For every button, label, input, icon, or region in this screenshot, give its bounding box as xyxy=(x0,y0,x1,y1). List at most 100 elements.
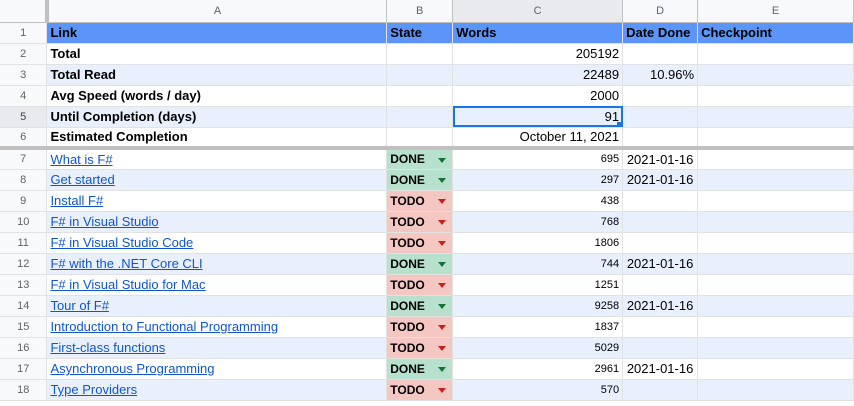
summary-extra-cell[interactable] xyxy=(622,106,699,128)
link-cell[interactable]: Get started xyxy=(46,169,388,191)
row-number[interactable]: 5 xyxy=(0,106,48,128)
row-number[interactable]: 6 xyxy=(0,127,48,150)
summary-checkpoint-cell[interactable] xyxy=(697,127,854,150)
link-cell[interactable]: What is F# xyxy=(46,148,388,170)
checkpoint-cell[interactable] xyxy=(697,274,854,296)
article-link[interactable]: What is F# xyxy=(50,152,112,167)
article-link[interactable]: Install F# xyxy=(50,193,103,208)
article-link[interactable]: F# with the .NET Core CLI xyxy=(50,256,202,271)
checkpoint-cell[interactable] xyxy=(697,148,854,170)
summary-checkpoint-cell[interactable] xyxy=(697,106,854,128)
state-dropdown[interactable]: TODO xyxy=(386,379,454,401)
summary-value-cell[interactable]: October 11, 2021 xyxy=(452,127,624,150)
checkpoint-cell[interactable] xyxy=(697,169,854,191)
date-done-cell[interactable]: 2021-01-16 xyxy=(622,295,699,317)
state-dropdown[interactable]: TODO xyxy=(386,316,454,338)
row-number[interactable]: 3 xyxy=(0,64,48,86)
checkpoint-cell[interactable] xyxy=(697,232,854,254)
words-cell[interactable]: 695 xyxy=(452,148,624,170)
summary-label-cell[interactable]: Total Read xyxy=(46,64,388,86)
date-done-cell[interactable] xyxy=(622,316,699,338)
fill-handle[interactable] xyxy=(617,121,622,126)
row-number[interactable]: 14 xyxy=(0,295,48,317)
header-checkpoint-cell[interactable]: Checkpoint xyxy=(697,22,854,44)
link-cell[interactable]: Asynchronous Programming xyxy=(46,358,388,380)
summary-state-cell[interactable] xyxy=(386,64,454,86)
select-all-corner[interactable] xyxy=(0,0,49,23)
link-cell[interactable]: F# in Visual Studio xyxy=(46,211,388,233)
words-cell[interactable]: 5029 xyxy=(452,337,624,359)
link-cell[interactable]: Introduction to Functional Programming xyxy=(46,316,388,338)
summary-value-cell[interactable]: 2000 xyxy=(452,85,624,107)
article-link[interactable]: Get started xyxy=(50,172,114,187)
state-dropdown[interactable]: DONE xyxy=(386,169,454,191)
header-link-cell[interactable]: Link xyxy=(46,22,388,44)
article-link[interactable]: First-class functions xyxy=(50,340,165,355)
date-done-cell[interactable] xyxy=(622,274,699,296)
date-done-cell[interactable] xyxy=(622,379,699,401)
link-cell[interactable]: F# in Visual Studio Code xyxy=(46,232,388,254)
dropdown-arrow-icon[interactable] xyxy=(438,158,447,163)
date-done-cell[interactable]: 2021-01-16 xyxy=(622,253,699,275)
state-dropdown[interactable]: TODO xyxy=(386,232,454,254)
checkpoint-cell[interactable] xyxy=(697,211,854,233)
article-link[interactable]: F# in Visual Studio for Mac xyxy=(50,277,205,292)
date-done-cell[interactable]: 2021-01-16 xyxy=(622,169,699,191)
checkpoint-cell[interactable] xyxy=(697,190,854,212)
summary-state-cell[interactable] xyxy=(386,85,454,107)
dropdown-arrow-icon[interactable] xyxy=(438,177,447,183)
row-number[interactable]: 9 xyxy=(0,190,48,212)
summary-state-cell[interactable] xyxy=(386,106,454,128)
words-cell[interactable]: 1806 xyxy=(452,232,624,254)
words-cell[interactable]: 297 xyxy=(452,169,624,191)
column-header-a[interactable]: A xyxy=(46,0,388,23)
dropdown-arrow-icon[interactable] xyxy=(438,345,447,351)
dropdown-arrow-icon[interactable] xyxy=(438,387,447,393)
link-cell[interactable]: F# with the .NET Core CLI xyxy=(46,253,388,275)
summary-label-cell[interactable]: Estimated Completion xyxy=(46,127,388,150)
article-link[interactable]: Type Providers xyxy=(50,382,137,397)
row-number[interactable]: 8 xyxy=(0,169,48,191)
row-number[interactable]: 11 xyxy=(0,232,48,254)
state-dropdown[interactable]: TODO xyxy=(386,337,454,359)
summary-checkpoint-cell[interactable] xyxy=(697,64,854,86)
summary-value-cell[interactable]: 205192 xyxy=(452,43,624,65)
column-header-c[interactable]: C xyxy=(452,0,624,23)
dropdown-arrow-icon[interactable] xyxy=(438,324,447,330)
row-number[interactable]: 2 xyxy=(0,43,48,65)
state-dropdown[interactable]: DONE xyxy=(386,253,454,275)
column-header-b[interactable]: B xyxy=(386,0,454,23)
dropdown-arrow-icon[interactable] xyxy=(438,261,447,267)
header-date-done-cell[interactable]: Date Done xyxy=(622,22,699,44)
summary-label-cell[interactable]: Total xyxy=(46,43,388,65)
date-done-cell[interactable] xyxy=(622,211,699,233)
dropdown-arrow-icon[interactable] xyxy=(438,198,447,204)
link-cell[interactable]: Tour of F# xyxy=(46,295,388,317)
date-done-cell[interactable] xyxy=(622,232,699,254)
checkpoint-cell[interactable] xyxy=(697,295,854,317)
summary-label-cell[interactable]: Until Completion (days) xyxy=(46,106,388,128)
row-number[interactable]: 1 xyxy=(0,22,48,44)
row-number[interactable]: 17 xyxy=(0,358,48,380)
state-dropdown[interactable]: TODO xyxy=(386,211,454,233)
words-cell[interactable]: 744 xyxy=(452,253,624,275)
link-cell[interactable]: First-class functions xyxy=(46,337,388,359)
article-link[interactable]: F# in Visual Studio Code xyxy=(50,235,193,250)
summary-state-cell[interactable] xyxy=(386,127,454,150)
summary-state-cell[interactable] xyxy=(386,43,454,65)
checkpoint-cell[interactable] xyxy=(697,337,854,359)
state-dropdown[interactable]: TODO xyxy=(386,190,454,212)
row-number[interactable]: 7 xyxy=(0,148,48,170)
state-dropdown[interactable]: DONE xyxy=(386,358,454,380)
row-number[interactable]: 12 xyxy=(0,253,48,275)
article-link[interactable]: F# in Visual Studio xyxy=(50,214,158,229)
link-cell[interactable]: Type Providers xyxy=(46,379,388,401)
dropdown-arrow-icon[interactable] xyxy=(438,282,447,288)
date-done-cell[interactable] xyxy=(622,337,699,359)
column-header-d[interactable]: D xyxy=(622,0,699,23)
header-state-cell[interactable]: State xyxy=(386,22,454,44)
summary-checkpoint-cell[interactable] xyxy=(697,85,854,107)
summary-extra-cell[interactable]: 10.96% xyxy=(622,64,699,86)
words-cell[interactable]: 768 xyxy=(452,211,624,233)
dropdown-arrow-icon[interactable] xyxy=(438,240,447,246)
